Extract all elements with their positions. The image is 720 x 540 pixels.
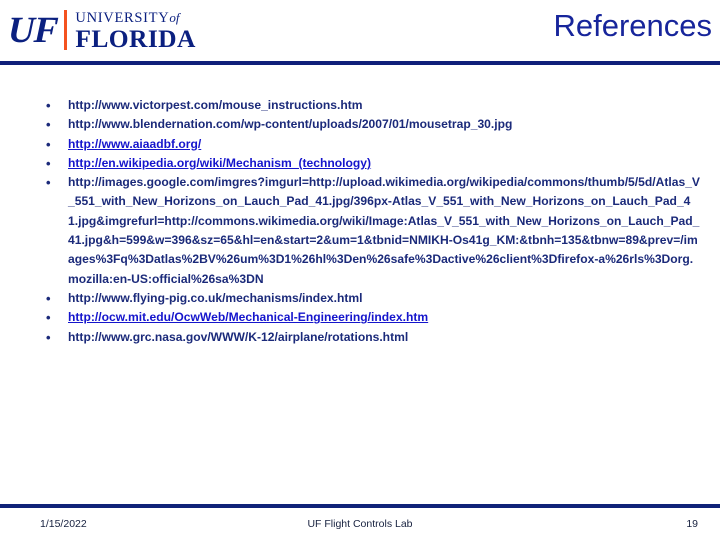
reference-item[interactable]: • http://www.aiaadbf.org/ <box>40 135 700 154</box>
slide-footer: 1/15/2022 UF Flight Controls Lab 19 <box>0 512 720 540</box>
header-divider-rule <box>0 61 720 65</box>
bullet-icon: • <box>46 98 51 113</box>
uf-logo-wordmark: UNIVERSITYof FLORIDA <box>75 10 195 51</box>
uf-logo-florida-line: FLORIDA <box>75 23 196 53</box>
reference-item: • http://images.google.com/imgres?imgurl=… <box>40 173 700 289</box>
uf-logo-of-text: of <box>169 9 180 25</box>
slide-header: UF UNIVERSITYof FLORIDA References <box>0 0 720 62</box>
reference-item: • http://www.blendernation.com/wp-content… <box>40 115 700 134</box>
reference-item: • http://www.grc.nasa.gov/WWW/K-12/airpla… <box>40 328 700 347</box>
bullet-icon: • <box>46 290 51 306</box>
reference-text: http://www.blendernation.com/wp-content/… <box>68 117 513 132</box>
reference-item[interactable]: • http://ocw.mit.edu/OcwWeb/Mechanical-En… <box>40 308 700 327</box>
references-list: • http://www.victorpest.com/mouse_instruc… <box>40 96 700 347</box>
bullet-icon: • <box>46 155 51 171</box>
reference-text: http://www.flying-pig.co.uk/mechanisms/i… <box>68 290 363 305</box>
uf-logo: UF UNIVERSITYof FLORIDA <box>7 8 196 52</box>
uf-logo-mark: UF <box>7 9 59 51</box>
reference-item: • http://www.victorpest.com/mouse_instruc… <box>40 96 700 115</box>
reference-link[interactable]: http://ocw.mit.edu/OcwWeb/Mechanical-Eng… <box>68 310 428 324</box>
reference-link[interactable]: http://www.aiaadbf.org/ <box>68 137 201 151</box>
reference-text: http://images.google.com/imgres?imgurl=h… <box>68 175 700 286</box>
bullet-icon: • <box>46 136 51 152</box>
bullet-icon: • <box>46 117 51 133</box>
reference-item: • http://www.flying-pig.co.uk/mechanisms/… <box>40 289 700 308</box>
reference-text: http://www.grc.nasa.gov/WWW/K-12/airplan… <box>68 329 409 344</box>
footer-page-number: 19 <box>686 518 698 530</box>
reference-text: http://www.victorpest.com/mouse_instruct… <box>68 98 363 112</box>
page-title: References <box>553 8 712 43</box>
reference-item[interactable]: • http://en.wikipedia.org/wiki/Mechanism_… <box>40 154 700 173</box>
footer-organization: UF Flight Controls Lab <box>307 518 413 530</box>
bullet-icon: • <box>46 329 51 345</box>
reference-link[interactable]: http://en.wikipedia.org/wiki/Mechanism_(… <box>68 156 371 170</box>
bullet-icon: • <box>46 310 51 326</box>
footer-divider-rule <box>0 504 720 508</box>
bullet-icon: • <box>46 175 51 191</box>
